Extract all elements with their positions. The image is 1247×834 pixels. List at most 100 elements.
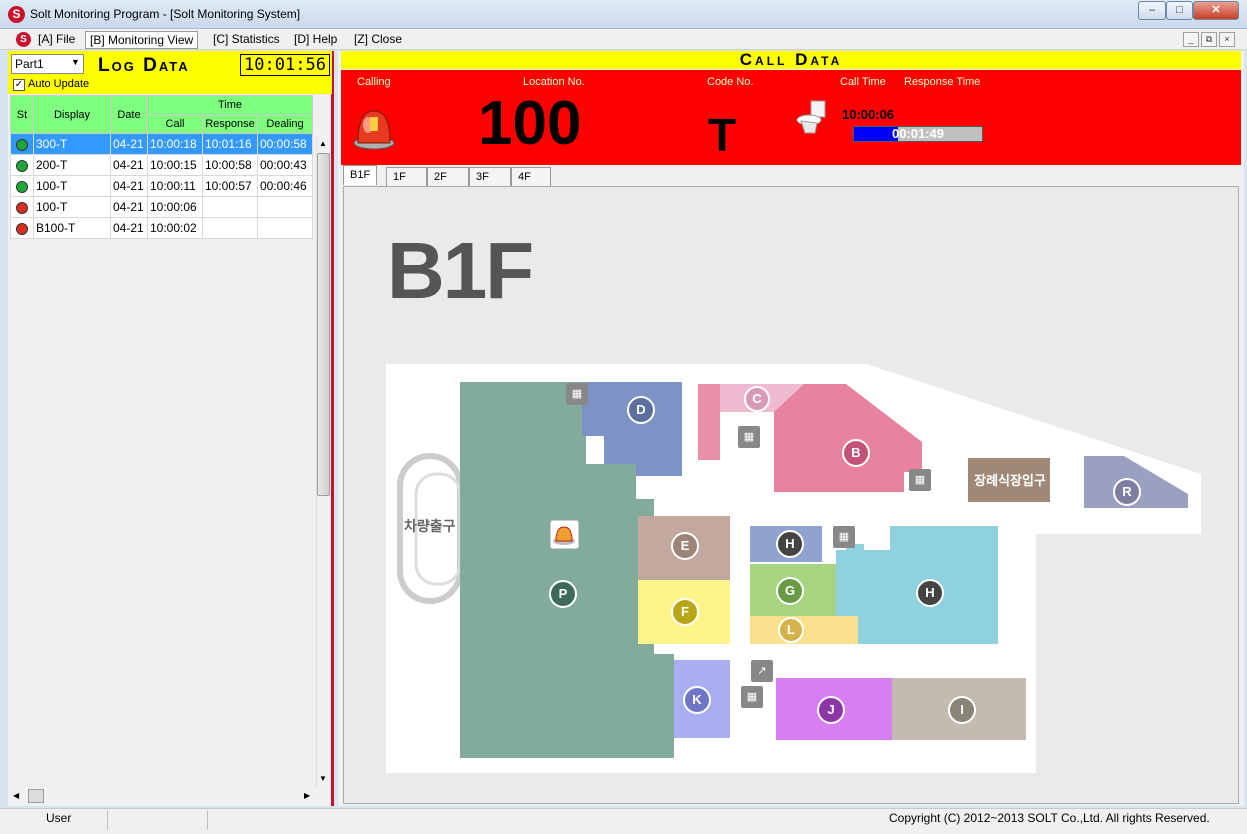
cell-dealing — [257, 217, 313, 239]
call-time-value: 10:00:06 — [842, 107, 895, 122]
menu-statistics[interactable]: [C] Statistics — [209, 31, 284, 49]
status-divider — [207, 810, 208, 830]
maximize-button[interactable]: □ — [1166, 1, 1193, 20]
toilet-icon — [796, 100, 826, 134]
zone-label-i[interactable]: I — [948, 696, 976, 724]
cell-date: 04-21 — [110, 154, 148, 176]
alarm-marker-icon[interactable] — [550, 520, 579, 549]
cell-date: 04-21 — [110, 133, 148, 155]
zone-label-f[interactable]: F — [671, 598, 699, 626]
window-title: Solt Monitoring Program - [Solt Monitori… — [30, 7, 301, 21]
col-display[interactable]: Display — [33, 95, 111, 134]
tab-4f[interactable]: 4F — [511, 167, 551, 186]
floor-plan — [386, 364, 1201, 773]
auto-update-checkbox[interactable]: ✓ — [13, 79, 25, 91]
log-clock: 10:01:56 — [240, 54, 330, 76]
zone-label-l[interactable]: L — [778, 617, 804, 643]
tab-3f[interactable]: 3F — [469, 167, 511, 186]
app-menu-icon[interactable]: S — [16, 32, 31, 47]
table-row[interactable]: 100-T 04-21 10:00:11 10:00:57 00:00:46 — [10, 175, 313, 197]
col-date[interactable]: Date — [110, 95, 148, 134]
scroll-down-icon[interactable]: ▼ — [319, 774, 327, 783]
table-row[interactable]: 100-T 04-21 10:00:06 — [10, 196, 313, 218]
zone-label-r[interactable]: R — [1113, 478, 1141, 506]
escalator-icon: ↗ — [751, 660, 773, 682]
status-icon — [10, 175, 34, 197]
zone-label-j[interactable]: J — [817, 696, 845, 724]
mdi-minimize-button[interactable]: _ — [1183, 32, 1199, 47]
call-time-label: Call Time — [840, 76, 886, 88]
floor-title: B1F — [387, 226, 534, 315]
zone-l — [750, 616, 858, 644]
cell-display: 200-T — [33, 154, 111, 176]
scroll-up-icon[interactable]: ▲ — [319, 139, 327, 148]
call-info-box — [341, 70, 1241, 165]
log-scroll-thumb[interactable] — [317, 153, 330, 496]
status-icon — [10, 196, 34, 218]
col-response[interactable]: Response — [202, 114, 258, 134]
zone-label-d[interactable]: D — [627, 396, 655, 424]
code-label: Code No. — [707, 76, 754, 88]
log-horizontal-scrollbar[interactable] — [10, 788, 316, 804]
close-button[interactable]: ✕ — [1193, 1, 1239, 20]
cell-call: 10:00:06 — [147, 196, 203, 218]
log-table: St Display Date Time Call Response Deali… — [10, 95, 313, 239]
alarm-siren-icon — [353, 110, 395, 150]
elevator-icon: ▦ — [566, 383, 588, 405]
zone-label-c[interactable]: C — [744, 386, 770, 412]
elevator-icon: ▦ — [738, 426, 760, 448]
zone-label-e[interactable]: E — [671, 532, 699, 560]
tab-1f[interactable]: 1F — [386, 167, 427, 186]
cell-call: 10:00:02 — [147, 217, 203, 239]
elevator-icon: ▦ — [909, 469, 931, 491]
menu-help[interactable]: [D] Help — [290, 31, 341, 49]
scroll-left-icon[interactable]: ◀ — [13, 791, 19, 800]
zone-label-p[interactable]: P — [549, 580, 577, 608]
mdi-restore-button[interactable]: ⧉ — [1201, 32, 1217, 47]
menu-monitoring-view[interactable]: [B] Monitoring View — [85, 31, 199, 49]
cell-dealing — [257, 196, 313, 218]
zone-pink-strip — [698, 384, 720, 460]
calling-label: Calling — [357, 76, 391, 88]
log-title: Log Data — [98, 55, 190, 76]
cell-call: 10:00:11 — [147, 175, 203, 197]
location-label: Location No. — [523, 76, 585, 88]
table-row[interactable]: 300-T 04-21 10:00:18 10:01:16 00:00:58 — [10, 133, 313, 155]
col-st[interactable]: St — [10, 95, 34, 134]
table-row[interactable]: B100-T 04-21 10:00:02 — [10, 217, 313, 239]
app-logo-icon: S — [8, 6, 25, 23]
col-call[interactable]: Call — [147, 114, 203, 134]
cell-response: 10:01:16 — [202, 133, 258, 155]
status-icon — [10, 133, 34, 155]
tab-b1f[interactable]: B1F — [343, 165, 378, 185]
cell-display: B100-T — [33, 217, 111, 239]
cell-date: 04-21 — [110, 196, 148, 218]
elevator-icon: ▦ — [741, 686, 763, 708]
zone-label-h-small[interactable]: H — [776, 530, 804, 558]
cell-display: 300-T — [33, 133, 111, 155]
cell-response: 10:00:58 — [202, 154, 258, 176]
elevator-icon: ▦ — [833, 526, 855, 548]
response-time-label: Response Time — [904, 76, 981, 88]
scroll-right-icon[interactable]: ▶ — [304, 791, 310, 800]
zone-label-k[interactable]: K — [683, 686, 711, 714]
response-time-value: 00:01:49 — [891, 126, 945, 141]
cell-display: 100-T — [33, 175, 111, 197]
tab-2f[interactable]: 2F — [427, 167, 469, 186]
menu-close[interactable]: [Z] Close — [350, 31, 406, 49]
menu-file[interactable]: [A] File — [34, 31, 79, 49]
zone-label-h-large[interactable]: H — [916, 579, 944, 607]
auto-update-label: Auto Update — [28, 78, 90, 90]
col-dealing[interactable]: Dealing — [257, 114, 313, 134]
zone-label-b[interactable]: B — [842, 439, 870, 467]
chevron-down-icon[interactable]: ▼ — [71, 57, 80, 67]
cell-date: 04-21 — [110, 175, 148, 197]
mdi-close-button[interactable]: × — [1219, 32, 1235, 47]
vehicle-exit-label: 차량출구 — [404, 518, 456, 534]
zone-label-g[interactable]: G — [776, 577, 804, 605]
table-row[interactable]: 200-T 04-21 10:00:15 10:00:58 00:00:43 — [10, 154, 313, 176]
cell-date: 04-21 — [110, 217, 148, 239]
minimize-button[interactable]: – — [1138, 1, 1166, 20]
log-hscroll-thumb[interactable] — [28, 789, 44, 803]
col-time: Time — [147, 95, 313, 115]
